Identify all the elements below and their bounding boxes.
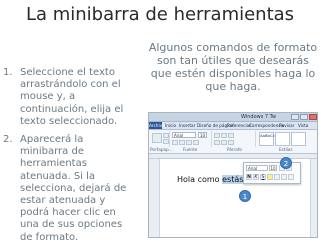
clipboard-group (149, 131, 170, 147)
mini-toolbar[interactable]: Arial 10 N K S (243, 162, 301, 184)
document-area: Arial 10 N K S Hola como estás (149, 159, 317, 237)
mini-bold-button[interactable]: N (246, 174, 252, 180)
mini-highlight-icon[interactable] (267, 174, 273, 180)
close-button[interactable] (309, 114, 317, 120)
step-text: Aparecerá la minibarra de herramientas a… (20, 134, 127, 243)
style-normal[interactable]: AaBbCcDc (259, 132, 280, 146)
tab-inicio[interactable]: Inicio (165, 123, 176, 129)
tab-referencias[interactable]: Referencias (227, 123, 251, 129)
font-group (169, 131, 212, 147)
mini-font-color-icon[interactable] (274, 174, 280, 180)
step-number: 2. (3, 134, 13, 146)
group-label-paragraph: Párrafo (227, 147, 242, 152)
style-heading[interactable] (275, 132, 290, 146)
bullets-icon[interactable] (214, 133, 220, 138)
document-page[interactable]: Arial 10 N K S Hola como estás (159, 159, 311, 237)
window-title: Windows 7 Tw (241, 114, 276, 120)
instruction-list: 1. Seleccione el texto arrastrándolo con… (3, 67, 131, 250)
callout-badge-2: 2 (280, 157, 292, 169)
step-text: Seleccione el texto arrastrándolo con el… (20, 67, 124, 127)
align-right-icon[interactable] (228, 140, 234, 145)
tab-archivo[interactable]: Archivo (149, 122, 165, 129)
mini-underline-button[interactable]: S (260, 174, 266, 180)
align-left-icon[interactable] (214, 140, 220, 145)
minimize-button[interactable] (291, 114, 299, 120)
mini-format-painter-icon[interactable] (288, 174, 294, 180)
style-other[interactable] (291, 132, 306, 146)
tab-vista[interactable]: Vista (298, 123, 308, 129)
group-label-clipboard: Portapap... (150, 147, 173, 152)
document-text[interactable]: Hola como estás (177, 175, 244, 185)
group-label-styles: Estilos (279, 147, 293, 152)
ribbon-tabs: Archivo Inicio Insertar Diseño de página… (149, 122, 317, 130)
group-label-font: Fuente (183, 147, 198, 152)
window-titlebar: Windows 7 Tw (149, 113, 317, 122)
callout-badge-1: 1 (239, 190, 251, 202)
mini-bullets-icon[interactable] (281, 174, 287, 180)
ribbon: Arial 10 AaBbCcDc Portapap... Fuente Pár… (149, 130, 317, 154)
tab-insertar[interactable]: Insertar (179, 123, 195, 129)
slide-subtitle: Algunos comandos de formato son tan útil… (148, 41, 318, 93)
numbering-icon[interactable] (221, 133, 227, 138)
paste-icon[interactable] (152, 133, 162, 143)
mini-italic-button[interactable]: K (253, 174, 259, 180)
slide-title: La minibarra de herramientas (25, 4, 295, 25)
indent-icon[interactable] (228, 133, 234, 138)
instruction-step-2: 2. Aparecerá la minibarra de herramienta… (3, 134, 131, 244)
maximize-button[interactable] (300, 114, 308, 120)
paragraph-group (211, 131, 256, 147)
mini-font-select[interactable]: Arial (246, 165, 268, 171)
step-number: 1. (3, 67, 13, 78)
word-screenshot: Windows 7 Tw Archivo Inicio Insertar Dis… (148, 112, 318, 238)
document-text-plain: Hola como (177, 175, 223, 184)
align-center-icon[interactable] (221, 140, 227, 145)
instruction-step-1: 1. Seleccione el texto arrastrándolo con… (3, 67, 131, 128)
tab-revisar[interactable]: Revisar (279, 123, 294, 129)
mini-size-select[interactable]: 10 (269, 165, 277, 171)
selected-text[interactable]: estás (222, 175, 244, 184)
